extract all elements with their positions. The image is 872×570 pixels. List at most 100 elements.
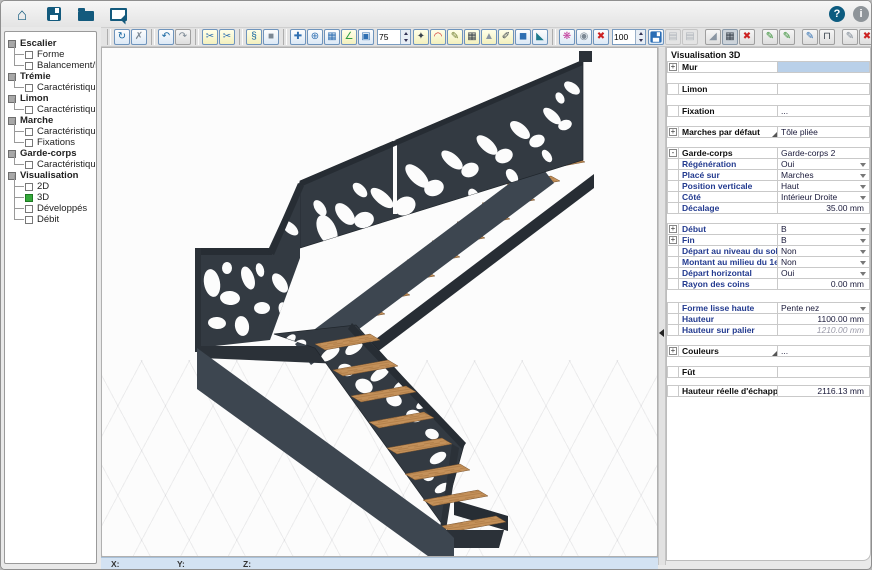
color-wheel-button[interactable]: ❋: [559, 29, 575, 45]
snapshot-button[interactable]: ◉: [576, 29, 592, 45]
prop-value-marches-defaut[interactable]: Tôle pliée: [777, 126, 870, 138]
tree-leaf-limon-caract[interactable]: Caractéristiques: [11, 104, 96, 115]
texture-mesh-button[interactable]: ▦: [464, 29, 480, 45]
prop-label-decalage[interactable]: Décalage: [678, 202, 778, 214]
pan-button[interactable]: ✚: [290, 29, 306, 45]
zoom-down-button[interactable]: [401, 37, 410, 44]
info-button[interactable]: i: [853, 6, 869, 22]
edit-detail-button[interactable]: ✎: [802, 29, 818, 45]
grid-button[interactable]: ▦: [324, 29, 340, 45]
opacity-up-button[interactable]: [636, 30, 645, 37]
tree-leaf-tremie-caract[interactable]: Caractéristiques: [11, 82, 96, 93]
draw-slope-button[interactable]: ✎: [447, 29, 463, 45]
open-button[interactable]: [75, 4, 97, 24]
rainbow-render-button[interactable]: ◠: [430, 29, 446, 45]
expand-toggle[interactable]: +: [669, 128, 677, 136]
undo-button[interactable]: ↶: [158, 29, 174, 45]
prop-value-fixation[interactable]: ...: [777, 105, 870, 117]
expand-toggle[interactable]: +: [669, 225, 677, 233]
stop-button[interactable]: ■: [263, 29, 279, 45]
tree-leaf-balancement[interactable]: Balancement/Epure: [11, 60, 96, 71]
prop-value-limon[interactable]: [777, 83, 870, 95]
tree-leaf-fixations[interactable]: Fixations: [11, 137, 96, 148]
fill-button[interactable]: ◣: [532, 29, 548, 45]
close-grid-button[interactable]: ✖: [739, 29, 755, 45]
info-icon: i: [859, 8, 862, 20]
prop-value-couleurs[interactable]: ...: [777, 345, 870, 357]
checkbox[interactable]: [25, 205, 33, 213]
prop-value-decalage[interactable]: 35.00 mm: [777, 202, 870, 214]
prop-label-mur[interactable]: Mur: [678, 61, 778, 73]
down-arrow-icon: [404, 39, 408, 42]
assembly-button[interactable]: ✦: [413, 29, 429, 45]
cut-add-button[interactable]: ✂: [202, 29, 218, 45]
expand-toggle[interactable]: +: [669, 63, 677, 71]
axes-button[interactable]: ∠: [341, 29, 357, 45]
panel-splitter[interactable]: [658, 47, 666, 565]
prop-label-couleurs[interactable]: Couleurs: [678, 345, 778, 357]
delete-view-button[interactable]: ✖: [593, 29, 609, 45]
refresh-button[interactable]: ↻: [114, 29, 130, 45]
roof-mode-button[interactable]: ◢: [705, 29, 721, 45]
selection-button[interactable]: ◼: [515, 29, 531, 45]
home-button[interactable]: ⌂: [11, 4, 33, 24]
grid-dark-button[interactable]: ▦: [722, 29, 738, 45]
collapse-toggle[interactable]: -: [669, 149, 677, 157]
workbench-button[interactable]: ⊓: [819, 29, 835, 45]
pencil-forward-icon: ✎: [783, 32, 791, 42]
copy-view-button[interactable]: ▣: [358, 29, 374, 45]
chevron-down-icon: [860, 174, 866, 178]
save-view-button[interactable]: [648, 29, 664, 45]
prop-label-fixation[interactable]: Fixation: [678, 105, 778, 117]
tools-button[interactable]: ✗: [131, 29, 147, 45]
opacity-input[interactable]: [613, 30, 635, 44]
prop-label-marches-defaut[interactable]: Marches par défaut: [678, 126, 778, 138]
export-view-button[interactable]: ▤: [682, 29, 698, 45]
measure-button[interactable]: ✐: [498, 29, 514, 45]
prop-value-fut[interactable]: [777, 366, 870, 378]
prop-label-fut[interactable]: Fût: [678, 366, 778, 378]
expand-toggle[interactable]: +: [669, 347, 677, 355]
color-wheel-icon: ❋: [563, 32, 571, 42]
import-view-button[interactable]: ▤: [665, 29, 681, 45]
prop-value-rayon-coins[interactable]: 0.00 mm: [777, 278, 870, 290]
spiral-button[interactable]: §: [246, 29, 262, 45]
checkbox[interactable]: [25, 62, 33, 70]
close-panel-button[interactable]: ✖: [859, 29, 872, 45]
cut-remove-button[interactable]: ✂: [219, 29, 235, 45]
redo-button[interactable]: ↷: [175, 29, 191, 45]
checkbox[interactable]: [25, 106, 33, 114]
zoom-input[interactable]: [378, 30, 400, 44]
prop-label-limon[interactable]: Limon: [678, 83, 778, 95]
edit-add-button[interactable]: ✎: [762, 29, 778, 45]
center-button[interactable]: ⊕: [307, 29, 323, 45]
edit-forward-button[interactable]: ✎: [779, 29, 795, 45]
bucket-icon: ◣: [536, 32, 544, 42]
prop-value-mur[interactable]: [777, 61, 870, 73]
help-button[interactable]: ?: [829, 6, 845, 22]
3d-viewport[interactable]: [101, 47, 658, 557]
checkbox[interactable]: [25, 84, 33, 92]
expand-toggle[interactable]: +: [669, 236, 677, 244]
terrain-button[interactable]: ▲: [481, 29, 497, 45]
checkbox[interactable]: [25, 139, 33, 147]
prop-label-hauteur-palier[interactable]: Hauteur sur palier: [678, 324, 778, 336]
export-button[interactable]: [107, 4, 129, 24]
checkbox[interactable]: [25, 51, 33, 59]
mesh-icon: ▦: [467, 32, 476, 42]
checkbox[interactable]: [25, 216, 33, 224]
edit-plain-button[interactable]: ✎: [842, 29, 858, 45]
checkbox-checked[interactable]: [25, 194, 33, 202]
tree-leaf-gc-caract[interactable]: Caractéristiques: [11, 159, 96, 170]
checkbox[interactable]: [25, 128, 33, 136]
prop-label-rayon-coins[interactable]: Rayon des coins: [678, 278, 778, 290]
undo-icon: ↶: [162, 32, 170, 42]
collapse-arrow-icon[interactable]: [659, 329, 664, 337]
opacity-down-button[interactable]: [636, 37, 645, 44]
tree-leaf-debit[interactable]: Débit: [11, 214, 96, 225]
prop-label-echappee[interactable]: Hauteur réelle d'échappée: [678, 385, 778, 397]
zoom-up-button[interactable]: [401, 30, 410, 37]
save-button[interactable]: [43, 4, 65, 24]
checkbox[interactable]: [25, 183, 33, 191]
checkbox[interactable]: [25, 161, 33, 169]
